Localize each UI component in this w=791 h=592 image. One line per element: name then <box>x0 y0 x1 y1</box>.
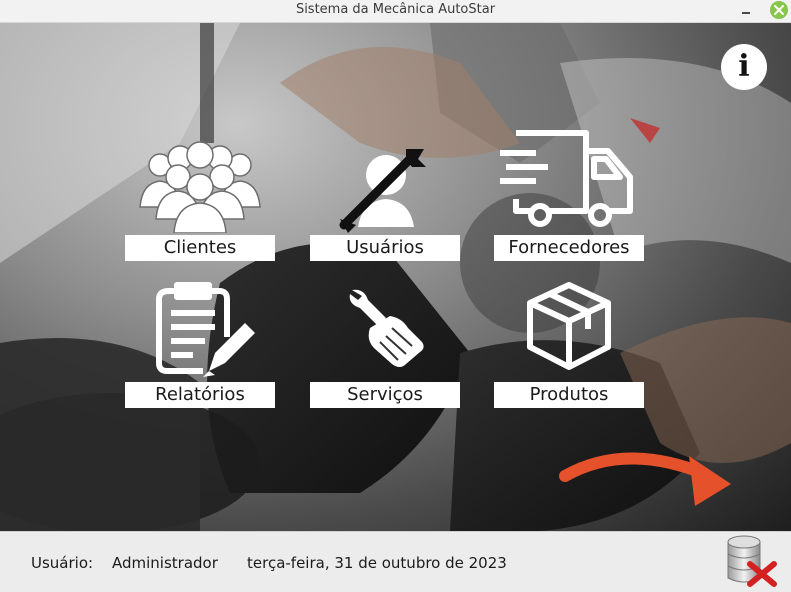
info-icon: i <box>738 49 750 84</box>
minimize-button[interactable] <box>738 3 754 19</box>
tile-usuarios[interactable]: Usuários <box>310 141 460 261</box>
status-bar: Usuário: Administrador terça-feira, 31 d… <box>0 531 791 592</box>
tile-produtos[interactable]: Produtos <box>494 281 644 408</box>
tile-clientes[interactable]: Clientes <box>125 141 275 261</box>
info-button[interactable]: i <box>721 44 767 90</box>
delivery-truck-icon <box>500 130 633 227</box>
title-bar: Sistema da Mecânica AutoStar <box>0 0 791 23</box>
tile-usuarios-label: Usuários <box>310 235 460 261</box>
tile-clientes-label: Clientes <box>125 235 275 261</box>
arrow-indicator <box>559 452 731 506</box>
tile-fornecedores-label: Fornecedores <box>494 235 644 261</box>
tile-relatorios[interactable]: Relatórios <box>125 281 275 408</box>
users-group-icon <box>139 141 261 233</box>
tile-fornecedores[interactable]: Fornecedores <box>494 129 644 261</box>
clipboard-pencil-icon <box>156 282 255 377</box>
tile-servicos-label: Serviços <box>310 382 460 408</box>
wrench-hand-icon <box>349 289 424 367</box>
database-disconnect-icon[interactable] <box>726 534 778 588</box>
tile-relatorios-label: Relatórios <box>125 382 275 408</box>
close-button[interactable] <box>770 1 788 19</box>
user-label: Usuário: <box>31 554 94 572</box>
user-value: Administrador <box>112 554 218 572</box>
window-title: Sistema da Mecânica AutoStar <box>295 2 496 17</box>
product-box-icon <box>527 282 611 370</box>
user-wrench-icon <box>339 149 426 233</box>
tile-servicos[interactable]: Serviços <box>310 288 460 408</box>
current-date: terça-feira, 31 de outubro de 2023 <box>247 554 507 572</box>
tile-produtos-label: Produtos <box>494 382 644 408</box>
close-icon <box>774 5 784 15</box>
main-panel: i Clientes Usuários Fornecedores Relatór… <box>0 23 791 531</box>
